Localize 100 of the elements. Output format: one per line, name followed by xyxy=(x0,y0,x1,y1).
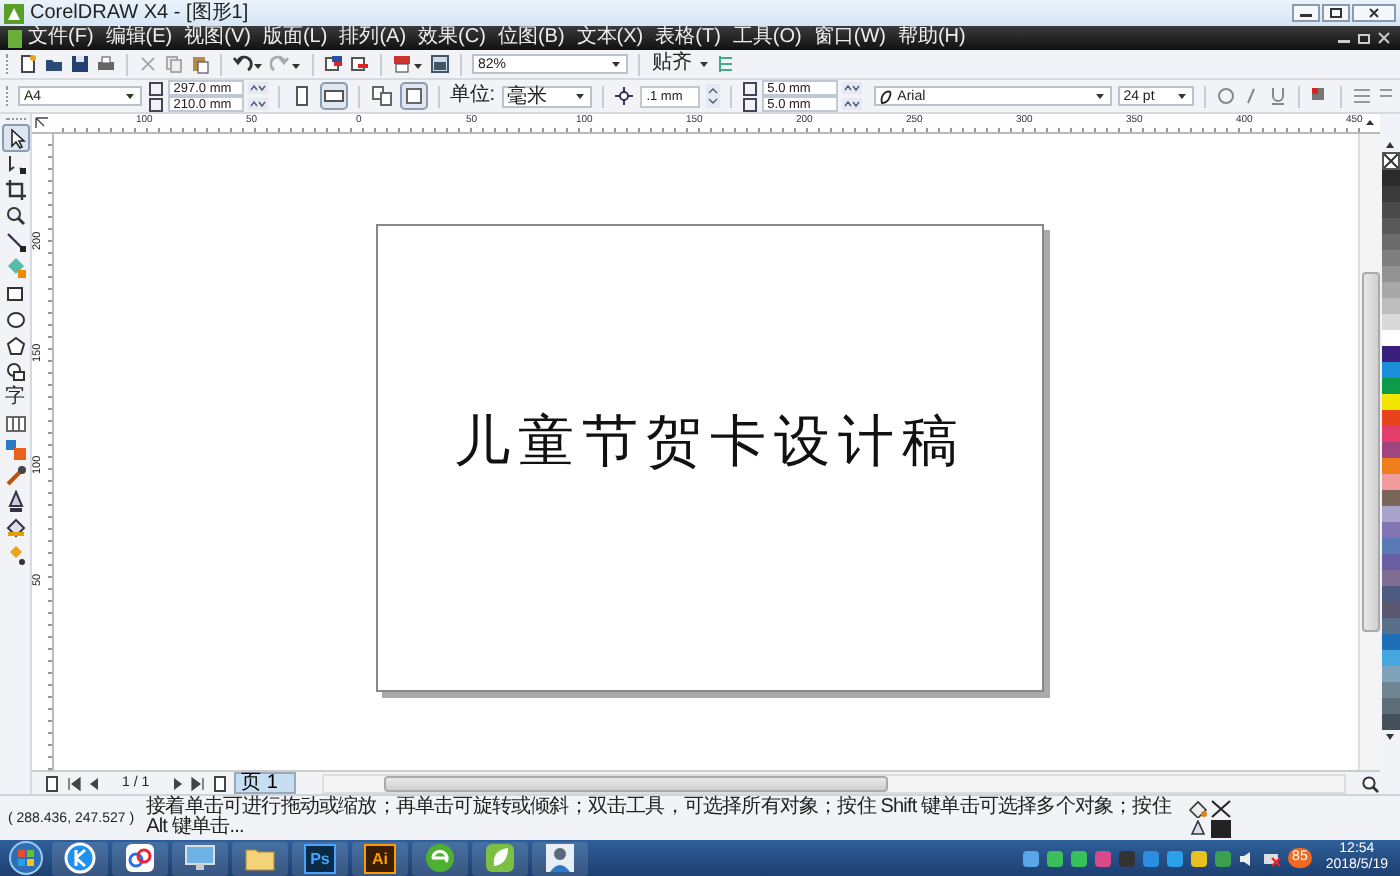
color-swatch[interactable] xyxy=(1381,634,1399,650)
ps-app-icon[interactable]: Ps xyxy=(304,843,336,873)
new-document-icon[interactable] xyxy=(18,54,38,74)
color-swatch[interactable] xyxy=(1381,666,1399,682)
color-swatch[interactable] xyxy=(1381,202,1399,218)
color-swatch[interactable] xyxy=(1381,474,1399,490)
landscape-icon[interactable] xyxy=(319,82,348,110)
printer-icon[interactable] xyxy=(96,54,116,74)
pencil-icon[interactable] xyxy=(3,230,27,254)
color-swatch[interactable] xyxy=(1381,170,1399,186)
monitor-icon[interactable] xyxy=(182,840,218,876)
crop-icon[interactable] xyxy=(3,178,27,202)
ai-app-icon[interactable]: Ai xyxy=(364,843,396,873)
export-icon[interactable] xyxy=(350,54,370,74)
pen-icon[interactable] xyxy=(3,490,27,514)
menu-item[interactable]: 帮助(H) xyxy=(891,26,972,50)
page-icon[interactable] xyxy=(44,773,60,793)
color-swatch[interactable] xyxy=(1381,490,1399,506)
magnifier-icon[interactable] xyxy=(3,204,27,228)
menu-item[interactable]: 窗口(W) xyxy=(807,26,892,50)
rectangle-icon[interactable] xyxy=(3,282,27,306)
color-swatch[interactable] xyxy=(1381,586,1399,602)
ellipse-icon[interactable] xyxy=(3,308,27,332)
menu-item[interactable]: 工具(O) xyxy=(726,26,808,50)
scroll-thumb[interactable] xyxy=(383,775,888,791)
ruler-origin-icon[interactable] xyxy=(32,114,52,130)
app-launcher-icon[interactable] xyxy=(392,54,424,74)
cloud-icon[interactable] xyxy=(122,840,158,876)
shape-tool-icon[interactable] xyxy=(3,152,27,176)
blend-icon[interactable] xyxy=(3,438,27,462)
menu-item[interactable]: 位图(B) xyxy=(491,26,571,50)
color-swatch[interactable] xyxy=(1381,394,1399,410)
color-swatch[interactable] xyxy=(1381,442,1399,458)
color-swatch[interactable] xyxy=(1381,714,1399,730)
color-swatch[interactable] xyxy=(1381,426,1399,442)
import-icon[interactable] xyxy=(324,54,344,74)
color-swatch[interactable] xyxy=(1381,314,1399,330)
color-swatch[interactable] xyxy=(1381,234,1399,250)
color-swatch[interactable] xyxy=(1381,506,1399,522)
first-page-icon[interactable] xyxy=(66,773,82,793)
close-icon[interactable] xyxy=(1352,4,1396,22)
polygon-icon[interactable] xyxy=(3,334,27,358)
color-swatch[interactable] xyxy=(1381,362,1399,378)
redo-icon[interactable] xyxy=(270,54,302,74)
underline-icon[interactable] xyxy=(1268,86,1288,106)
menu-item[interactable]: 版面(L) xyxy=(256,26,334,50)
menu-item[interactable]: 表格(T) xyxy=(649,26,727,50)
color-swatch[interactable] xyxy=(1381,410,1399,426)
shapes-icon[interactable] xyxy=(3,360,27,384)
minimize-icon[interactable] xyxy=(1292,4,1320,22)
color-swatch[interactable] xyxy=(1381,698,1399,714)
color-swatch[interactable] xyxy=(1381,618,1399,634)
all-pages-icon[interactable] xyxy=(369,84,394,108)
current-page-icon[interactable] xyxy=(399,82,428,110)
previous-page-icon[interactable] xyxy=(88,773,100,793)
color-swatch[interactable] xyxy=(1381,602,1399,618)
folder-icon[interactable] xyxy=(44,54,64,74)
color-swatch[interactable] xyxy=(1381,186,1399,202)
units-dropdown[interactable]: 毫米 xyxy=(501,85,593,107)
leaf-icon[interactable] xyxy=(482,840,518,876)
color-swatch[interactable] xyxy=(1381,650,1399,666)
person-silhouette-icon[interactable] xyxy=(542,840,578,876)
eyedropper-icon[interactable] xyxy=(3,464,27,488)
color-swatch[interactable] xyxy=(1381,522,1399,538)
undo-icon[interactable] xyxy=(232,54,264,74)
start-orb-icon[interactable] xyxy=(8,840,44,876)
spin-arrows-icon[interactable] xyxy=(247,82,268,94)
menu-item[interactable]: 视图(V) xyxy=(178,26,257,50)
save-icon[interactable] xyxy=(70,54,90,74)
snap-dropdown[interactable]: 贴齐 xyxy=(650,51,694,77)
vertical-scrollbar[interactable] xyxy=(1358,134,1380,770)
menu-item[interactable]: 文本(X) xyxy=(570,26,650,50)
menu-item[interactable]: 效果(C) xyxy=(412,26,492,50)
spin-arrows-icon[interactable] xyxy=(841,98,862,110)
k-circle-icon[interactable] xyxy=(62,840,98,876)
color-swatch[interactable] xyxy=(1381,298,1399,314)
color-swatch[interactable] xyxy=(1381,250,1399,266)
spin-arrows-icon[interactable] xyxy=(247,98,268,110)
table-icon[interactable] xyxy=(3,412,27,436)
color-swatch[interactable] xyxy=(1381,346,1399,362)
window-icon[interactable] xyxy=(430,54,450,74)
maximize-icon[interactable] xyxy=(1322,4,1350,22)
color-swatch[interactable] xyxy=(1381,330,1399,346)
menu-item[interactable]: 编辑(E) xyxy=(99,26,179,50)
scroll-down-icon[interactable] xyxy=(1380,730,1400,744)
color-swatch[interactable] xyxy=(1381,266,1399,282)
color-swatch[interactable] xyxy=(1381,378,1399,394)
page-tab[interactable]: 页 1 xyxy=(233,772,296,794)
zoom-view-icon[interactable] xyxy=(1360,773,1380,793)
color-swatch[interactable] xyxy=(1381,538,1399,554)
text-color-icon[interactable] xyxy=(1310,86,1330,106)
clipboard-icon[interactable] xyxy=(190,54,210,74)
color-swatch[interactable] xyxy=(1381,570,1399,586)
menu-item[interactable]: 排列(A) xyxy=(333,26,413,50)
color-swatch[interactable] xyxy=(1381,218,1399,234)
restore-icon[interactable] xyxy=(1356,30,1372,46)
color-swatch[interactable] xyxy=(1381,554,1399,570)
bullet-list-icon[interactable] xyxy=(1352,86,1372,106)
close-icon[interactable] xyxy=(1376,30,1392,46)
spin-arrows-icon[interactable] xyxy=(841,82,862,94)
